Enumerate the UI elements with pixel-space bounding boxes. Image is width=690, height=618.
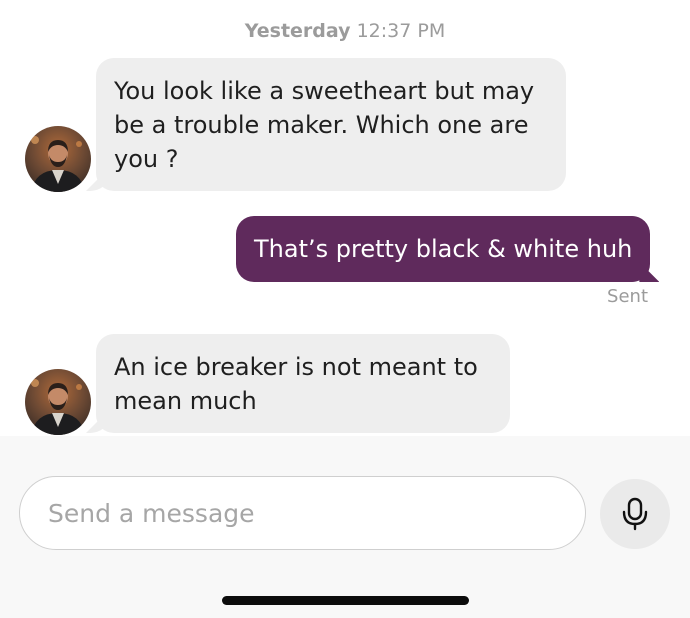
microphone-icon [622, 497, 648, 531]
voice-message-button[interactable] [600, 479, 670, 549]
sender-avatar[interactable] [25, 126, 91, 192]
timestamp-time: 12:37 PM [356, 20, 446, 42]
message-text: You look like a sweetheart but may be a … [114, 77, 535, 173]
message-input[interactable] [46, 477, 550, 549]
message-composer [0, 436, 690, 618]
message-list[interactable]: Yesterday 12:37 PM You look like a sweet… [0, 0, 690, 436]
outgoing-message-bubble[interactable]: That’s pretty black & white huh [236, 216, 651, 282]
message-input-container[interactable] [19, 476, 586, 550]
timestamp-day: Yesterday [244, 20, 351, 42]
sender-avatar[interactable] [25, 369, 91, 435]
message-text: An ice breaker is not meant to mean much [114, 353, 478, 415]
message-timestamp: Yesterday 12:37 PM [0, 20, 690, 42]
incoming-message-bubble[interactable]: You look like a sweetheart but may be a … [96, 58, 566, 191]
chat-screen: Yesterday 12:37 PM You look like a sweet… [0, 0, 690, 618]
message-status: Sent [607, 286, 648, 307]
incoming-message-bubble[interactable]: An ice breaker is not meant to mean much [96, 334, 510, 433]
message-text: That’s pretty black & white huh [254, 235, 633, 263]
home-indicator[interactable] [222, 596, 469, 605]
